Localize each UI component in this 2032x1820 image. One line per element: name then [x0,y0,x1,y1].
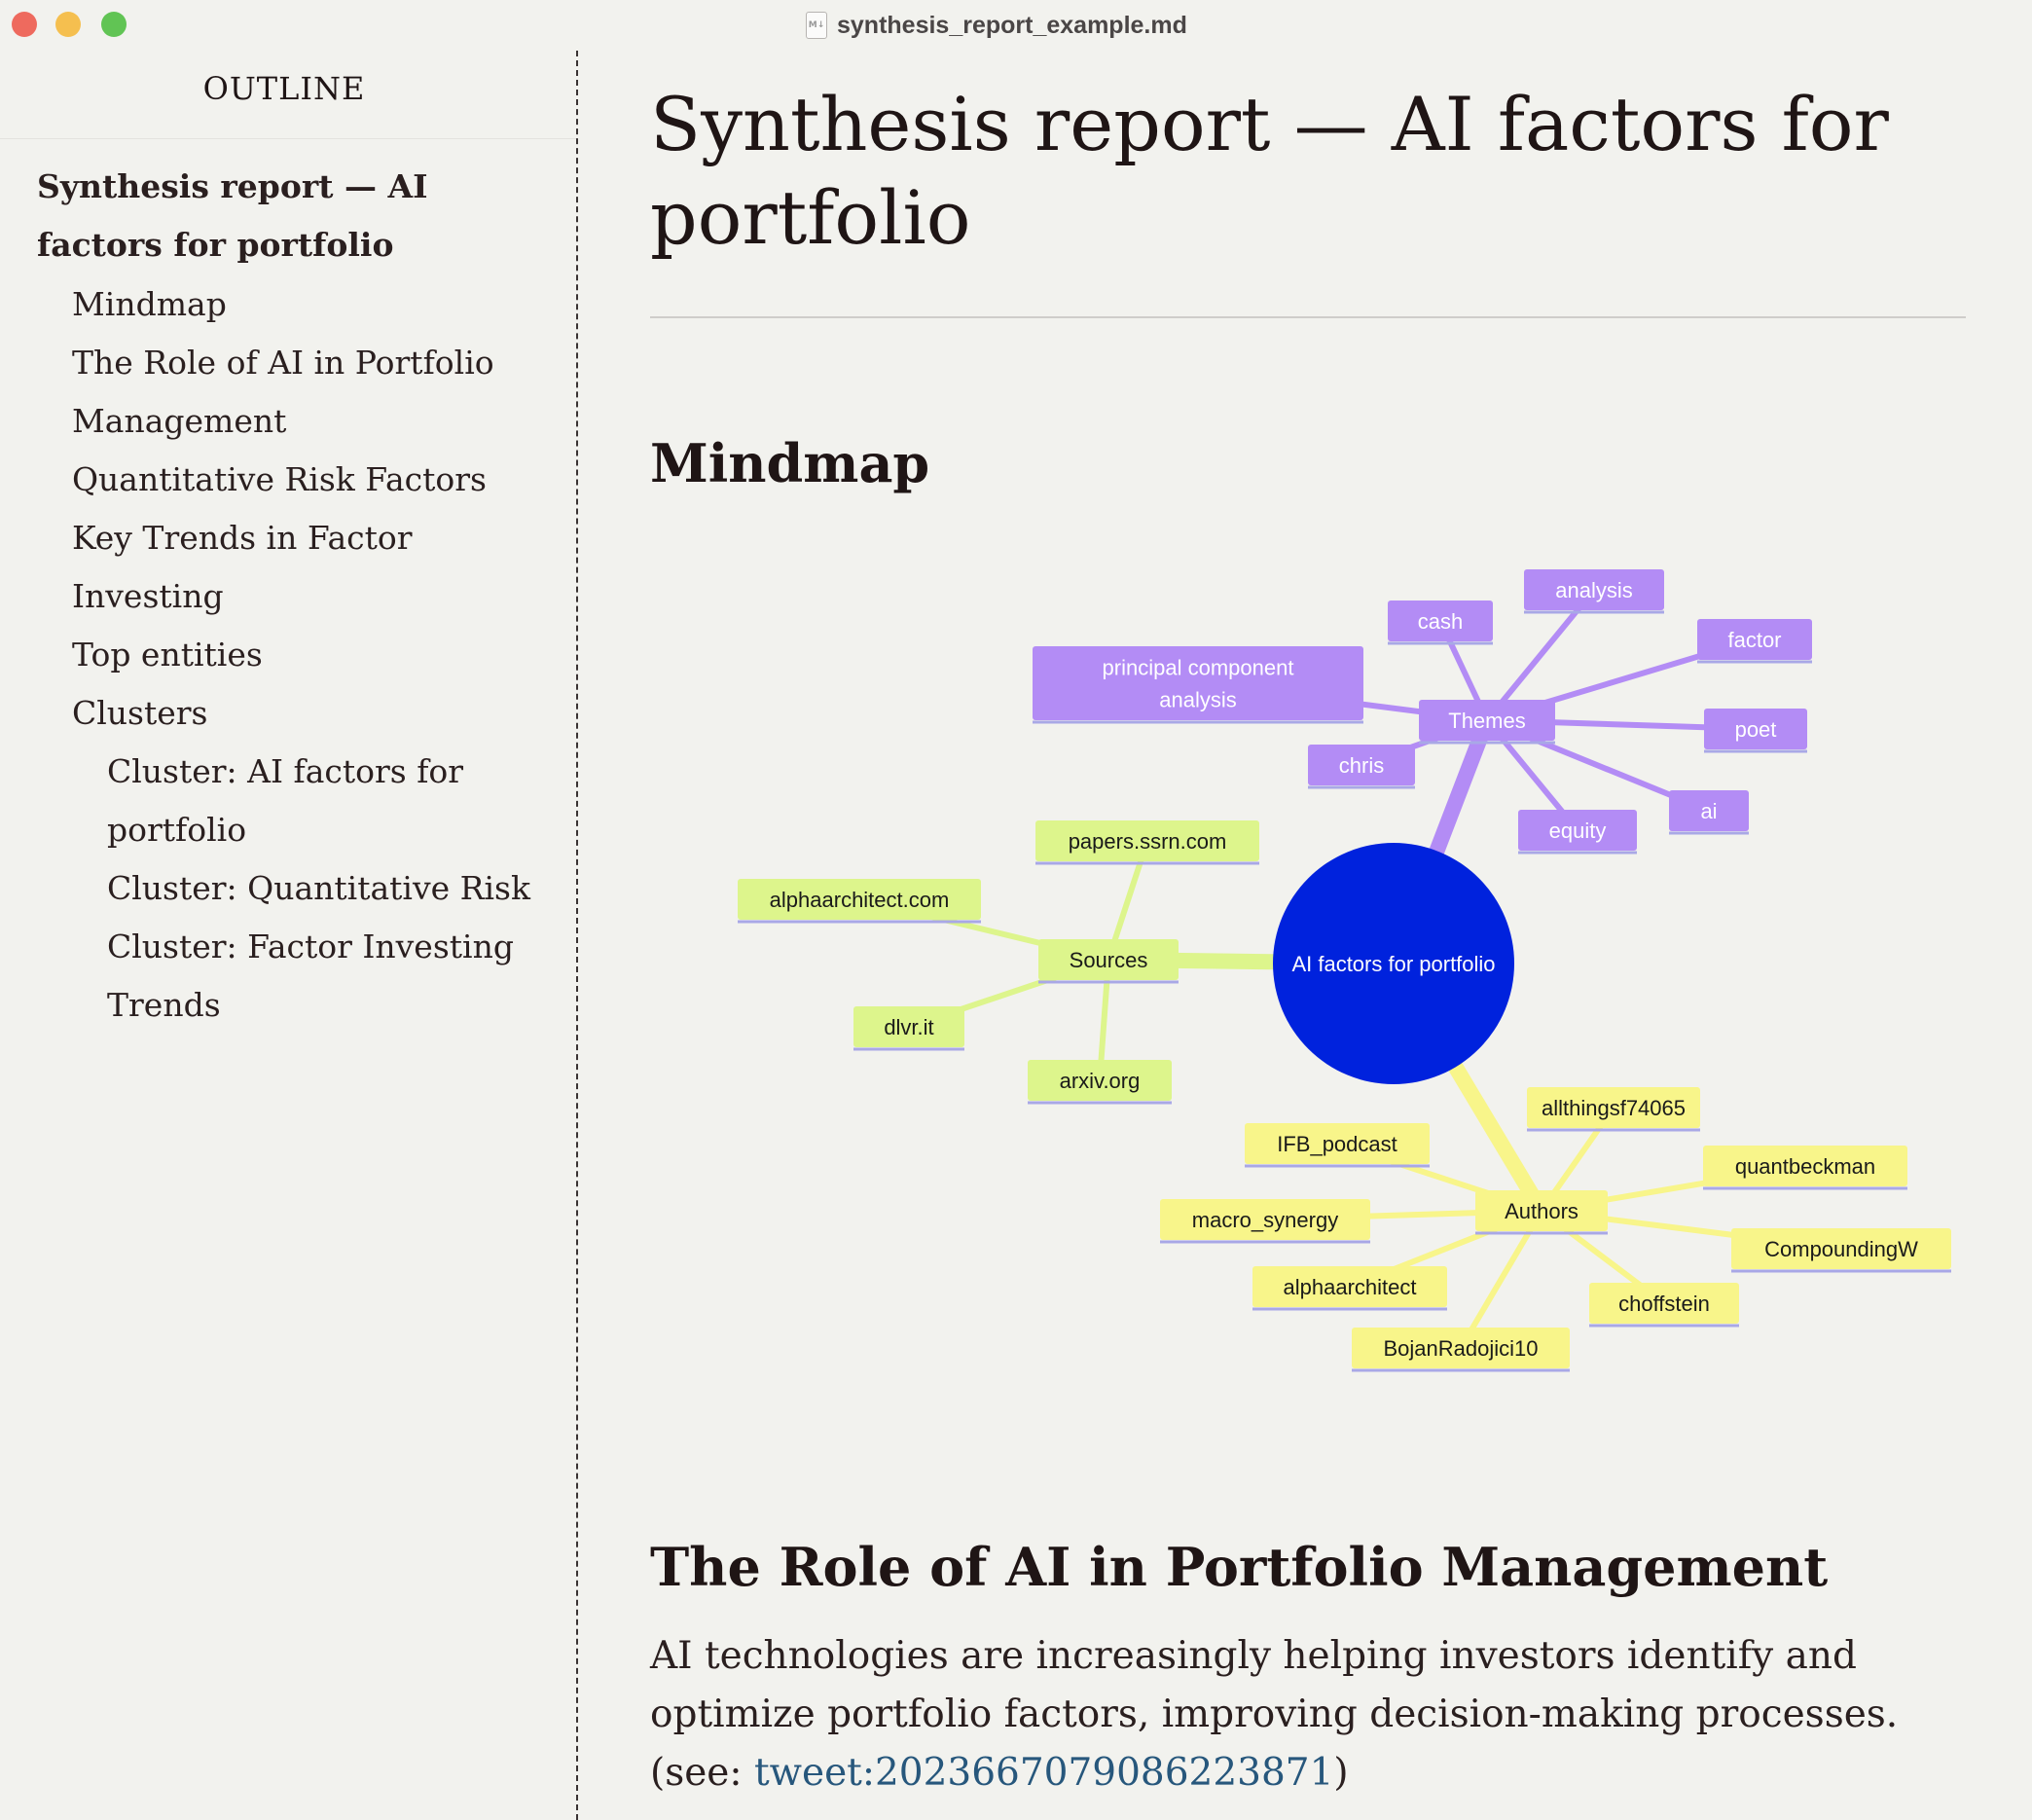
title-divider [650,316,1966,318]
mindmap-heading: Mindmap [650,432,930,494]
window-title: M↓ synthesis_report_example.md [806,12,1187,39]
minimize-window-button[interactable] [55,12,81,37]
mindmap-node-bojanradojici10-label: BojanRadojici10 [1384,1336,1539,1361]
markdown-file-icon: M↓ [806,12,827,39]
mindmap-node-principal-component-analysis-label: analysis [1159,688,1236,712]
mindmap-node-alphaarchitect: alphaarchitect [1252,1266,1447,1311]
mindmap-root-node: AI factors for portfolio [1273,843,1514,1084]
outline-item-synthesis-report[interactable]: Synthesis report — AI factors for portfo… [37,158,543,274]
root-label: AI factors for portfolio [1291,952,1495,976]
mindmap-branch-themes-label: Themes [1448,709,1525,733]
section-heading-role-of-ai: The Role of AI in Portfolio Management [650,1536,1829,1598]
mindmap-node-ai: ai [1669,790,1749,835]
mindmap-node-alphaarchitect-com: alphaarchitect.com [738,879,981,924]
mindmap-branch-themes: Themes [1419,700,1555,745]
mindmap-node-quantbeckman-label: quantbeckman [1735,1154,1875,1179]
close-window-button[interactable] [12,12,37,37]
tweet-link[interactable]: tweet:2023667079086223871 [754,1751,1333,1795]
mindmap-node-alphaarchitect-label: alphaarchitect [1284,1275,1417,1299]
mindmap-node-quantbeckman: quantbeckman [1703,1146,1907,1190]
mindmap-node-poet-label: poet [1735,717,1777,742]
section-paragraph: AI technologies are increasingly helping… [650,1627,1966,1802]
outline-item-key-trends[interactable]: Key Trends in Factor Investing [72,509,520,626]
mindmap-node-ifb-podcast-label: IFB_podcast [1277,1132,1397,1156]
outline-divider [0,138,576,139]
mindmap-branch-sources: Sources [1038,939,1179,984]
mindmap-node-dlvr-it: dlvr.it [853,1006,964,1051]
maximize-window-button[interactable] [101,12,127,37]
mindmap-node-arxiv-org: arxiv.org [1028,1060,1172,1105]
mindmap-branch-sources-label: Sources [1070,948,1148,972]
mindmap-node-chris: chris [1308,745,1415,789]
mindmap-node-arxiv-org-label: arxiv.org [1060,1069,1141,1093]
mindmap-node-choffstein-label: choffstein [1618,1292,1710,1316]
mindmap-node-allthingsf74065: allthingsf74065 [1527,1087,1700,1132]
outline-item-role-of-ai[interactable]: The Role of AI in Portfolio Management [72,334,520,451]
mindmap-node-factor-label: factor [1727,628,1781,652]
mindmap-node-dlvr-it-label: dlvr.it [884,1015,933,1039]
mindmap-node-equity-label: equity [1549,819,1607,843]
mindmap-node-ifb-podcast: IFB_podcast [1245,1123,1430,1168]
outline-item-clusters[interactable]: Clusters [72,684,520,743]
paragraph-text-end: ) [1333,1751,1349,1795]
outline-sidebar: OUTLINE Synthesis report — AI factors fo… [0,51,578,1820]
mindmap-node-compoundingw: CompoundingW [1731,1228,1951,1273]
mindmap-node-papers-ssrn-com: papers.ssrn.com [1035,820,1259,865]
page-title: Synthesis report — AI factors for portfo… [650,81,1889,261]
mindmap-node-analysis-label: analysis [1555,578,1632,602]
window-title-text: synthesis_report_example.md [837,11,1187,39]
mindmap-branch-authors: Authors [1475,1190,1608,1235]
edge-authors-bojanradojici10 [1458,1209,1544,1350]
mindmap-node-macro-synergy-label: macro_synergy [1192,1208,1338,1232]
outline-item-top-entities[interactable]: Top entities [72,626,520,684]
mindmap-node-factor: factor [1697,619,1812,664]
mindmap-node-alphaarchitect-com-label: alphaarchitect.com [770,888,950,912]
mindmap-node-compoundingw-label: CompoundingW [1764,1237,1918,1261]
mindmap-node-bojanradojici10: BojanRadojici10 [1352,1328,1570,1372]
mindmap-node-cash-label: cash [1418,609,1463,634]
outline-item-mindmap[interactable]: Mindmap [72,275,520,334]
document-view: Synthesis report — AI factors for portfo… [650,51,1966,1820]
mindmap-diagram: AI factors for portfolio Themes principal … [738,569,1951,1372]
mindmap-node-poet: poet [1704,709,1807,753]
mindmap-node-papers-ssrn-com-label: papers.ssrn.com [1069,829,1227,854]
mindmap-node-analysis: analysis [1524,569,1664,614]
mindmap-node-macro-synergy: macro_synergy [1160,1199,1370,1244]
outline-item-cluster-quantitative-risk[interactable]: Cluster: Quantitative Risk [107,859,535,918]
mindmap-node-ai-label: ai [1700,799,1717,823]
mindmap-node-principal-component-analysis-label: principal component [1103,656,1294,680]
outline-heading: OUTLINE [202,70,366,107]
outline-item-cluster-ai-factors[interactable]: Cluster: AI factors for portfolio [107,743,535,859]
mindmap-node-choffstein: choffstein [1589,1283,1739,1328]
title-bar: M↓ synthesis_report_example.md [0,0,2032,51]
mindmap-node-chris-label: chris [1339,753,1384,778]
mindmap-node-equity: equity [1518,810,1637,855]
mindmap-branch-authors-label: Authors [1505,1199,1578,1223]
mindmap-node-cash: cash [1388,601,1493,645]
outline-item-cluster-factor-investing[interactable]: Cluster: Factor Investing Trends [107,918,535,1035]
outline-item-quantitative-risk-factors[interactable]: Quantitative Risk Factors [72,451,520,509]
mindmap-node-allthingsf74065-label: allthingsf74065 [1542,1096,1686,1120]
mindmap-node-principal-component-analysis: principal component analysis [1033,646,1363,724]
